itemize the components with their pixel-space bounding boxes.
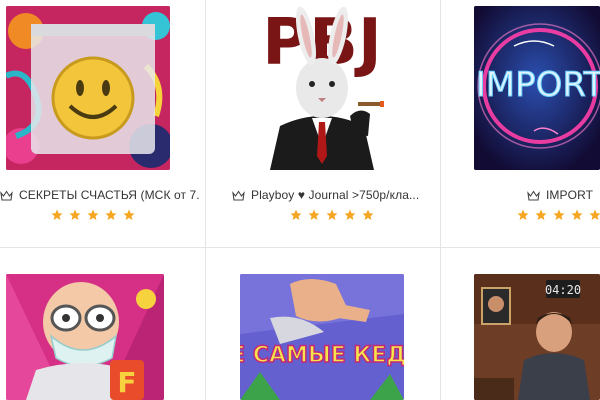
star-icon [535, 209, 547, 220]
product-grid: СЕКРЕТЫ СЧАСТЬЯ (МСК от 7... PBJ Playboy… [0, 0, 600, 400]
product-image[interactable]: F [6, 274, 164, 400]
star-icon [290, 209, 302, 220]
crown-icon [0, 190, 13, 201]
star-icon [517, 209, 529, 220]
product-title-text: Playboy ♥ Journal >750р/кла... [251, 188, 420, 202]
rating-stars [517, 209, 600, 221]
product-title-text: СЕКРЕТЫ СЧАСТЬЯ (МСК от 7... [19, 188, 200, 202]
star-icon [308, 209, 320, 220]
rating-stars [51, 209, 135, 221]
product-image[interactable]: PBJ [240, 6, 404, 170]
star-icon [589, 209, 600, 220]
star-icon [344, 209, 356, 220]
star-icon [326, 209, 338, 220]
product-card[interactable]: PBJ Playboy ♥ Journal >750р/кла... [206, 0, 440, 247]
crown-icon [527, 190, 540, 201]
product-card[interactable]: СЕКРЕТЫ СЧАСТЬЯ (МСК от 7... [0, 0, 205, 247]
star-icon [105, 209, 117, 220]
product-image[interactable]: IMPORT [474, 6, 600, 170]
product-card[interactable]: IMPORT IMPORT [441, 0, 600, 247]
star-icon [87, 209, 99, 220]
image-text: IMPORT [476, 65, 600, 105]
image-text: 04:20 [545, 283, 581, 297]
product-image[interactable] [6, 6, 170, 170]
star-icon [123, 209, 135, 220]
star-icon [69, 209, 81, 220]
star-icon [553, 209, 565, 220]
product-title[interactable]: IMPORT [527, 188, 600, 202]
star-icon [571, 209, 583, 220]
image-text: ТЕ САМЫЕ КЕДЫ [240, 343, 404, 368]
product-image[interactable]: ТЕ САМЫЕ КЕДЫ [240, 274, 404, 400]
product-card[interactable]: 04:20 [441, 248, 600, 400]
svg-text:F: F [117, 366, 136, 399]
product-title-text: IMPORT [546, 188, 594, 202]
star-icon [51, 209, 63, 220]
star-icon [362, 209, 374, 220]
product-card[interactable]: ТЕ САМЫЕ КЕДЫ [206, 248, 440, 400]
product-title[interactable]: Playboy ♥ Journal >750р/кла... [232, 188, 438, 202]
product-image[interactable]: 04:20 [474, 274, 600, 400]
product-card[interactable]: F [0, 248, 205, 400]
crown-icon [232, 190, 245, 201]
product-title[interactable]: СЕКРЕТЫ СЧАСТЬЯ (МСК от 7... [0, 188, 200, 202]
rating-stars [290, 209, 374, 221]
